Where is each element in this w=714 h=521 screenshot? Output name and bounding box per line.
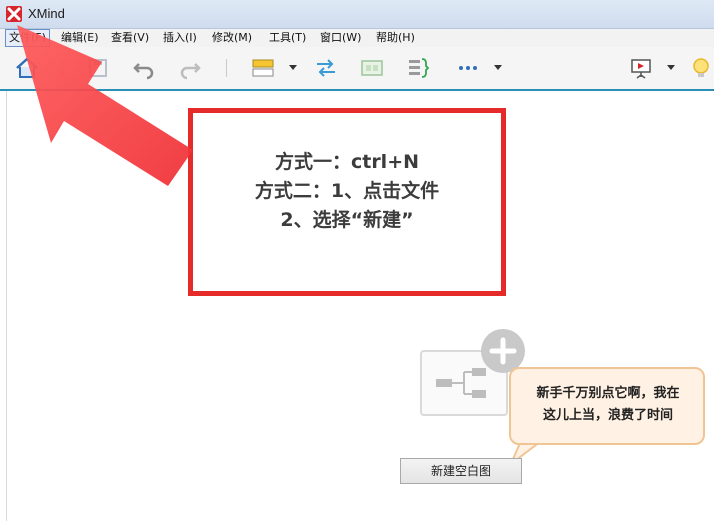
main-toolbar bbox=[0, 47, 714, 89]
annotation-callout-box: 方式一：ctrl+N 方式二：1、点击文件 2、选择“新建” bbox=[188, 108, 506, 296]
menu-bar: 文件(F) 编辑(E) 查看(V) 插入(I) 修改(M) 工具(T) 窗口(W… bbox=[0, 29, 714, 47]
home-icon[interactable] bbox=[14, 55, 40, 81]
menu-tools[interactable]: 工具(T) bbox=[266, 30, 309, 46]
new-blank-map-button[interactable]: 新建空白图 bbox=[400, 458, 522, 484]
chevron-down-icon[interactable] bbox=[289, 65, 297, 70]
idea-lightbulb-icon[interactable] bbox=[688, 55, 714, 81]
save-icon[interactable] bbox=[85, 55, 111, 81]
menu-insert[interactable]: 插入(I) bbox=[160, 30, 200, 46]
toolbar-separator bbox=[62, 59, 63, 77]
tip-line-2: 这儿上当，浪费了时间 bbox=[542, 408, 673, 423]
relationship-icon[interactable] bbox=[313, 55, 339, 81]
annotation-line-1: 方式一：ctrl+N bbox=[274, 151, 420, 173]
tip-line-1: 新手千万别点它啊，我在 bbox=[536, 386, 680, 401]
presentation-icon[interactable] bbox=[628, 55, 654, 81]
toolbar-separator bbox=[226, 59, 227, 77]
menu-edit[interactable]: 编辑(E) bbox=[58, 30, 102, 46]
menu-view[interactable]: 查看(V) bbox=[108, 30, 152, 46]
tip-speech-bubble: 新手千万别点它啊，我在 这儿上当，浪费了时间 bbox=[509, 367, 705, 445]
window-titlebar: XMind bbox=[0, 0, 714, 29]
summary-icon[interactable] bbox=[359, 55, 385, 81]
menu-help[interactable]: 帮助(H) bbox=[373, 30, 418, 46]
chevron-down-icon[interactable] bbox=[667, 65, 675, 70]
annotation-line-2: 方式二：1、点击文件 bbox=[254, 180, 440, 202]
redo-icon[interactable] bbox=[177, 55, 203, 81]
annotation-text: 方式一：ctrl+N 方式二：1、点击文件 2、选择“新建” bbox=[193, 148, 501, 235]
annotation-line-3: 2、选择“新建” bbox=[280, 209, 414, 231]
xmind-logo-icon bbox=[6, 6, 22, 22]
menu-window[interactable]: 窗口(W) bbox=[317, 30, 364, 46]
chevron-down-icon[interactable] bbox=[494, 65, 502, 70]
tip-text: 新手千万别点它啊，我在 这儿上当，浪费了时间 bbox=[517, 383, 699, 427]
more-icon[interactable] bbox=[455, 55, 481, 81]
window-title: XMind bbox=[28, 6, 65, 21]
menu-file[interactable]: 文件(F) bbox=[5, 29, 50, 47]
menu-modify[interactable]: 修改(M) bbox=[209, 30, 255, 46]
undo-icon[interactable] bbox=[131, 55, 157, 81]
topic-style-icon[interactable] bbox=[250, 55, 276, 81]
boundary-icon[interactable] bbox=[405, 55, 431, 81]
